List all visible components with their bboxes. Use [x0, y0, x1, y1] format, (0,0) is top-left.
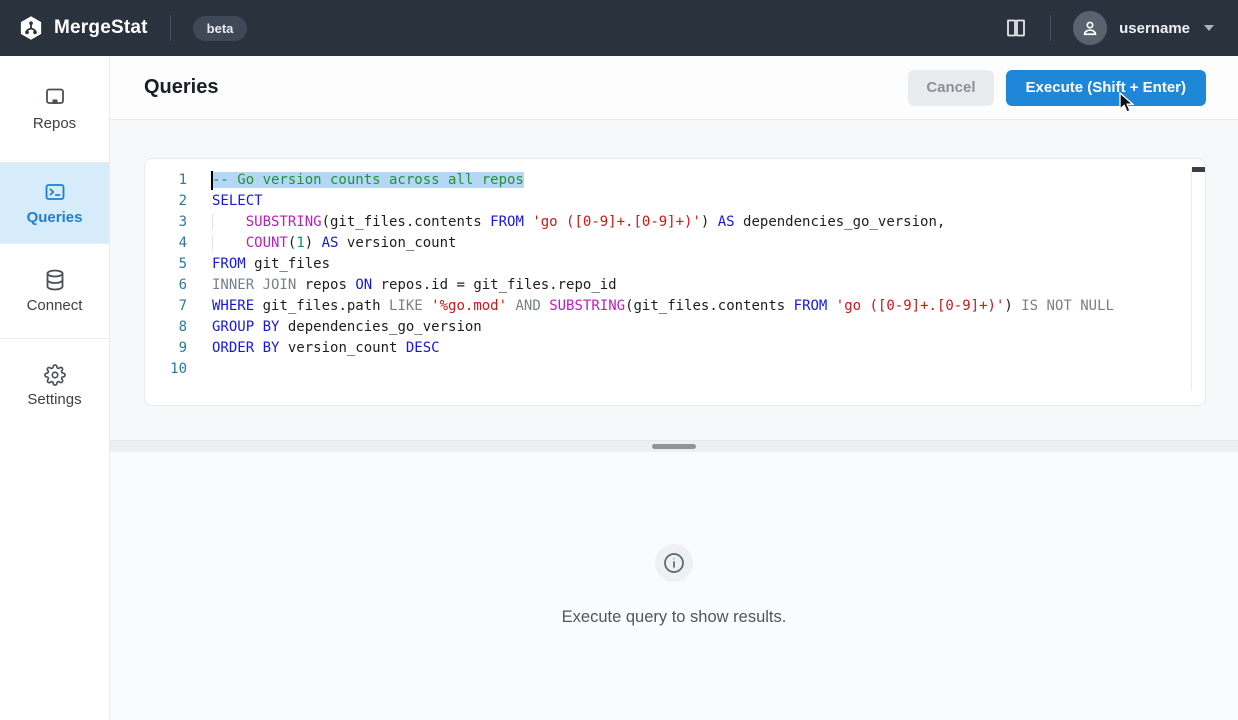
resize-handle[interactable]: [652, 444, 696, 449]
line-number: 3: [145, 212, 187, 233]
line-number: 5: [145, 254, 187, 275]
page-title: Queries: [144, 76, 908, 99]
sidebar-item-settings[interactable]: Settings: [0, 339, 109, 433]
sql-editor[interactable]: 12345678910 -- Go version counts across …: [144, 158, 1206, 406]
sidebar-item-repos[interactable]: Repos: [0, 56, 109, 163]
editor-section: 12345678910 -- Go version counts across …: [110, 120, 1238, 440]
line-number: 2: [145, 191, 187, 212]
navbar-divider: [170, 15, 171, 41]
sidebar: Repos Queries Connect: [0, 56, 110, 720]
terminal-icon: [43, 180, 67, 204]
user-menu[interactable]: username: [1073, 11, 1214, 45]
code-line-7[interactable]: WHERE git_files.path LIKE '%go.mod' AND …: [212, 296, 1205, 317]
main-panel: Queries Cancel Execute (Shift + Enter) 1…: [110, 56, 1238, 720]
line-number: 6: [145, 275, 187, 296]
line-number: 8: [145, 317, 187, 338]
code-line-3[interactable]: SUBSTRING(git_files.contents FROM 'go ([…: [212, 212, 1205, 233]
code-line-9[interactable]: ORDER BY version_count DESC: [212, 338, 1205, 359]
brand[interactable]: MergeStat: [18, 15, 148, 41]
sidebar-item-label: Queries: [27, 209, 83, 226]
beta-badge: beta: [193, 16, 248, 41]
repo-icon: [43, 86, 67, 110]
pane-resize-divider[interactable]: [110, 440, 1238, 452]
line-number: 9: [145, 338, 187, 359]
code-line-10[interactable]: [212, 359, 1205, 380]
editor-gutter: 12345678910: [145, 170, 187, 380]
code-line-2[interactable]: SELECT: [212, 191, 1205, 212]
code-line-4[interactable]: COUNT(1) AS version_count: [212, 233, 1205, 254]
sidebar-item-connect[interactable]: Connect: [0, 244, 109, 339]
results-panel: Execute query to show results.: [110, 452, 1238, 720]
database-icon: [43, 268, 67, 292]
line-number: 10: [145, 359, 187, 380]
navbar-divider-2: [1050, 15, 1051, 41]
selected-text: -- Go version counts across all repos: [212, 172, 524, 188]
sidebar-item-label: Repos: [33, 115, 76, 132]
code-line-8[interactable]: GROUP BY dependencies_go_version: [212, 317, 1205, 338]
chevron-down-icon: [1204, 25, 1214, 31]
editor-surface[interactable]: 12345678910 -- Go version counts across …: [145, 159, 1205, 380]
text-cursor: [211, 171, 213, 190]
scrollbar-thumb[interactable]: [1192, 167, 1206, 172]
code-line-1[interactable]: -- Go version counts across all repos: [212, 170, 1205, 191]
execute-button[interactable]: Execute (Shift + Enter): [1006, 70, 1206, 106]
line-number: 4: [145, 233, 187, 254]
top-navbar: MergeStat beta username: [0, 0, 1238, 56]
avatar: [1073, 11, 1107, 45]
line-number: 1: [145, 170, 187, 191]
sidebar-item-label: Settings: [27, 391, 81, 408]
sidebar-item-label: Connect: [27, 297, 83, 314]
editor-code[interactable]: -- Go version counts across all repos SEL…: [212, 170, 1205, 380]
username-label: username: [1119, 20, 1190, 37]
empty-results-message: Execute query to show results.: [562, 608, 787, 627]
gear-icon: [44, 364, 66, 386]
code-line-5[interactable]: FROM git_files: [212, 254, 1205, 275]
line-number: 7: [145, 296, 187, 317]
sidebar-item-queries[interactable]: Queries: [0, 163, 109, 244]
editor-scrollbar[interactable]: [1191, 169, 1205, 391]
code-line-6[interactable]: INNER JOIN repos ON repos.id = git_files…: [212, 275, 1205, 296]
docs-book-icon[interactable]: [1004, 16, 1028, 40]
brand-name: MergeStat: [54, 17, 148, 39]
mergestat-logo-icon: [18, 15, 44, 41]
info-icon: [655, 544, 693, 582]
cancel-button[interactable]: Cancel: [908, 70, 993, 106]
page-header: Queries Cancel Execute (Shift + Enter): [110, 56, 1238, 120]
